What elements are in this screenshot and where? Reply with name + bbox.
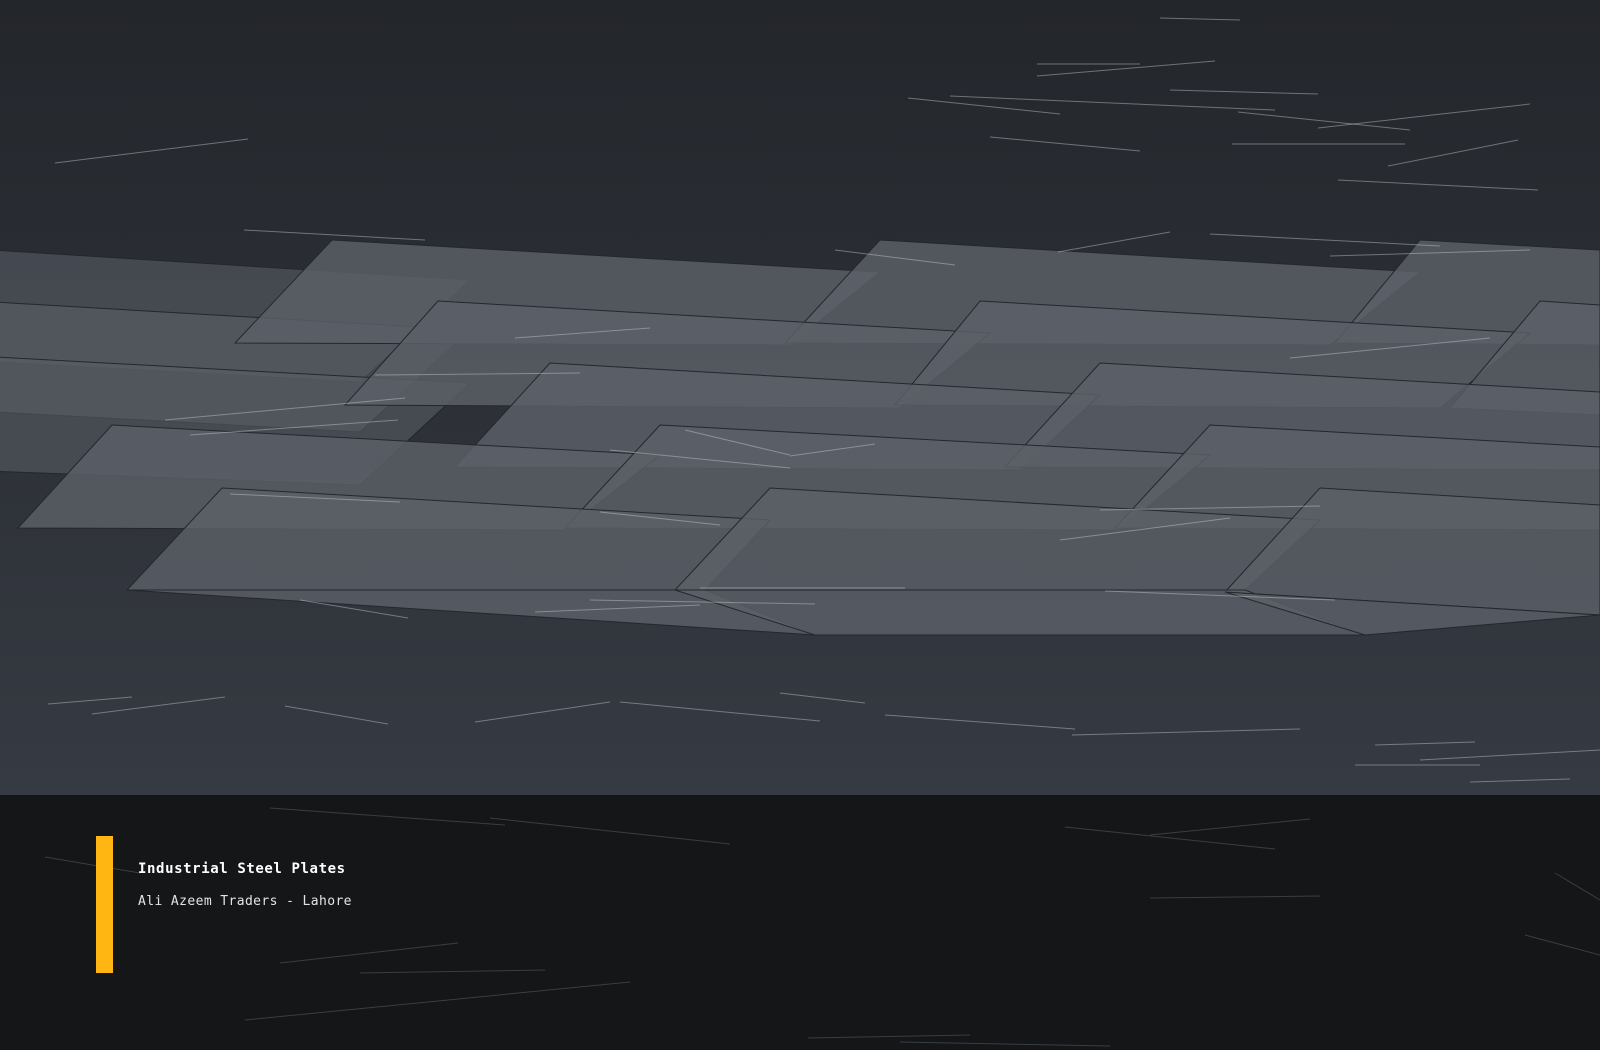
- footer-scratch-line: [1149, 895, 1321, 899]
- footer-scratch-line: [1064, 826, 1276, 850]
- steel-plates-illustration: [0, 0, 1600, 795]
- footer-scratch-line: [359, 969, 546, 974]
- caption-subtitle: Ali Azeem Traders - Lahore: [138, 894, 352, 909]
- footer-scratch-line: [807, 1034, 971, 1039]
- caption-title: Industrial Steel Plates: [138, 861, 346, 877]
- footer-scratch-lines: [44, 807, 1600, 1047]
- footer-scratch-line: [1524, 934, 1600, 956]
- footer-scratch-line: [279, 942, 459, 964]
- footer-scratch-line: [489, 817, 731, 845]
- accent-bar: [96, 836, 113, 973]
- footer-scratch-line: [1554, 872, 1600, 901]
- steel-plates-scene: [0, 0, 1600, 795]
- footer-scratch-line: [269, 807, 506, 826]
- footer-scratch-line: [244, 981, 631, 1021]
- footer-scratch-line: [1149, 818, 1311, 836]
- footer-scratch-line: [899, 1041, 1111, 1047]
- caption: Industrial Steel Plates Ali Azeem Trader…: [138, 859, 352, 911]
- footer-panel: Industrial Steel Plates Ali Azeem Trader…: [0, 795, 1600, 1050]
- plates-layer: [0, 239, 1600, 636]
- footer-scratch-line: [44, 856, 141, 874]
